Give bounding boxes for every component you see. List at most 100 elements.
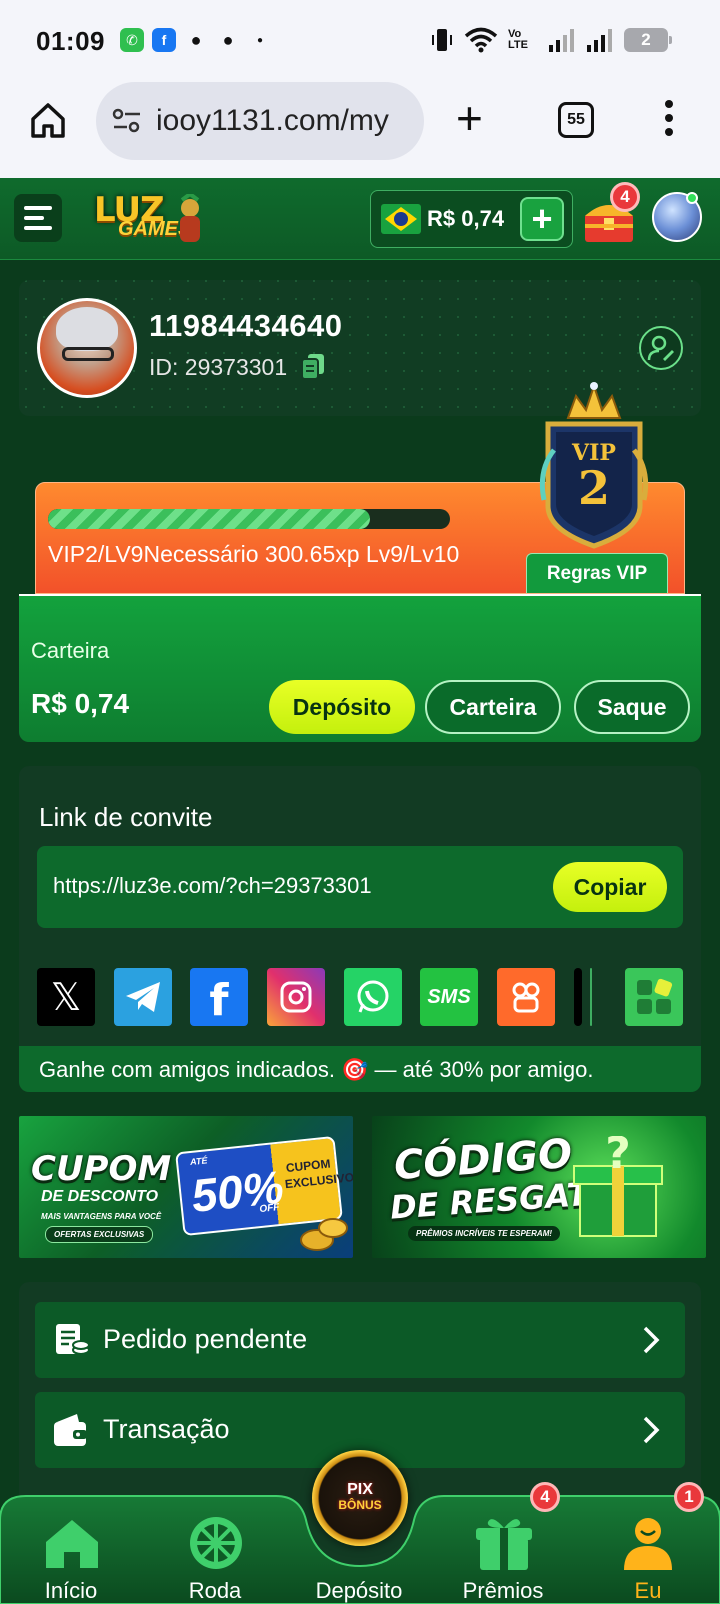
- brazil-flag-icon: [381, 204, 421, 234]
- volte-label: Vo LTE: [508, 28, 528, 51]
- coupon-subtitle: DE DESCONTO: [41, 1188, 159, 1205]
- invite-footer: Ganhe com amigos indicados. 🎯 — até 30% …: [19, 1046, 701, 1092]
- vip-badge-number: 2: [578, 461, 610, 515]
- sms-share-icon[interactable]: SMS: [420, 968, 478, 1026]
- browser-menu-button[interactable]: [664, 100, 674, 136]
- chevron-right-icon: [643, 1326, 660, 1354]
- redeem-code-banner[interactable]: CÓDIGO DE RESGATE PRÊMIOS INCRÍVEIS TE E…: [372, 1116, 706, 1258]
- coupon-small-text: MAIS VANTAGENS PARA VOCÊ: [41, 1212, 162, 1221]
- vip-progress-bar: [48, 509, 450, 529]
- share-row: 𝕏 f SMS: [37, 968, 683, 1026]
- battery-indicator: 2: [624, 28, 672, 52]
- site-settings-icon[interactable]: [112, 108, 142, 134]
- status-bar: 01:09 ✆ f ● ● ● Vo LTE 2: [0, 0, 720, 80]
- whatsapp-notification-icon: ✆: [120, 28, 144, 52]
- vip-level-badge: VIP 2: [539, 382, 649, 549]
- home-nav-icon[interactable]: [42, 1514, 102, 1572]
- redeem-small-text: PRÊMIOS INCRÍVEIS TE ESPERAM!: [408, 1226, 561, 1241]
- header-balance: R$ 0,74: [427, 206, 505, 231]
- address-bar[interactable]: iooy1131.com/my: [96, 82, 424, 160]
- nav-deposit-label[interactable]: Depósito: [304, 1578, 414, 1604]
- chest-badge: 4: [610, 182, 640, 212]
- bonus-label: BÔNUS: [338, 1497, 382, 1512]
- menu-item-label: Pedido pendente: [103, 1324, 308, 1354]
- wallet-label: Carteira: [31, 638, 110, 663]
- x-share-icon[interactable]: 𝕏: [37, 968, 95, 1026]
- notification-icons: ✆ f ● ● ●: [120, 28, 272, 52]
- me-badge: 1: [674, 1482, 704, 1512]
- nav-prizes-label[interactable]: Prêmios: [448, 1578, 558, 1604]
- new-tab-button[interactable]: +: [456, 95, 483, 141]
- gift-box-icon: ?: [573, 1136, 663, 1237]
- status-right: Vo LTE 2: [430, 26, 672, 54]
- pix-label: PIX: [347, 1481, 373, 1498]
- menu-item-label: Transação: [103, 1414, 230, 1444]
- share-divider: [590, 968, 592, 1026]
- signal-icon-2: [587, 29, 612, 52]
- invite-title: Link de convite: [39, 802, 213, 832]
- menu-button[interactable]: [14, 194, 62, 242]
- wallet-icon: [54, 1414, 87, 1446]
- wheel-nav-icon[interactable]: [186, 1514, 246, 1572]
- luz-games-logo[interactable]: LUZ GAMES: [94, 188, 210, 248]
- nav-me-label[interactable]: Eu: [593, 1578, 703, 1604]
- browser-toolbar: iooy1131.com/my + 55: [0, 80, 720, 178]
- profile-nav-icon[interactable]: [618, 1514, 678, 1572]
- edit-profile-button[interactable]: [639, 326, 683, 370]
- copy-link-button[interactable]: Copiar: [553, 862, 667, 912]
- signal-icon-1: [549, 29, 574, 52]
- wallet-button[interactable]: Carteira: [425, 680, 561, 734]
- app-header: LUZ GAMES R$ 0,74 + 4: [0, 178, 720, 260]
- invite-link[interactable]: https://luz3e.com/?ch=29373301: [53, 873, 372, 899]
- home-icon[interactable]: [28, 100, 68, 140]
- nav-home-label[interactable]: Início: [16, 1578, 126, 1604]
- deposit-button[interactable]: Depósito: [269, 680, 415, 734]
- wallet-card: Carteira R$ 0,74 Depósito Carteira Saque: [19, 594, 701, 742]
- invite-reward-text: Ganhe com amigos indicados. 🎯 — até 30% …: [39, 1057, 594, 1082]
- menu-item-pending-order[interactable]: Pedido pendente: [35, 1302, 685, 1378]
- coupon-title: CUPOM: [31, 1149, 172, 1189]
- status-time: 01:09: [36, 26, 105, 56]
- coins-icon: [300, 1218, 348, 1251]
- chevron-right-icon: [643, 1416, 660, 1444]
- url-text: iooy1131.com/my: [156, 104, 389, 137]
- tiktok-share-icon[interactable]: [574, 968, 582, 1026]
- more-notifications-icon: ●: [256, 34, 264, 46]
- more-share-icon[interactable]: [625, 968, 683, 1026]
- wifi-icon: [464, 27, 498, 53]
- bottom-navigation: Início Roda PIX BÔNUS Depósito Prêmios 4…: [0, 1450, 720, 1604]
- coupon-off: OFF: [258, 1202, 280, 1216]
- chat-notification-icon-2: ●: [222, 29, 234, 50]
- coupon-ate: ATÉ: [189, 1155, 208, 1168]
- invite-card: Link de convite https://luz3e.com/?ch=29…: [19, 766, 701, 1092]
- chat-notification-icon: ●: [190, 29, 202, 50]
- mascot-icon: [180, 194, 200, 242]
- pix-bonus-button[interactable]: PIX BÔNUS: [312, 1450, 408, 1546]
- balance-box[interactable]: R$ 0,74 +: [370, 190, 573, 248]
- telegram-share-icon[interactable]: [114, 968, 172, 1026]
- vip-progress-fill: [48, 509, 370, 529]
- pending-order-icon: [56, 1324, 90, 1355]
- gift-nav-icon[interactable]: [474, 1514, 534, 1572]
- facebook-share-icon[interactable]: f: [190, 968, 248, 1026]
- prizes-badge: 4: [530, 1482, 560, 1512]
- withdraw-button[interactable]: Saque: [574, 680, 690, 734]
- nav-wheel-label[interactable]: Roda: [160, 1578, 270, 1604]
- whatsapp-share-icon[interactable]: [344, 968, 402, 1026]
- profile-avatar[interactable]: [37, 298, 137, 398]
- kwai-share-icon[interactable]: [497, 968, 555, 1026]
- facebook-notification-icon: f: [152, 28, 176, 52]
- wallet-amount: R$ 0,74: [31, 688, 130, 719]
- instagram-share-icon[interactable]: [267, 968, 325, 1026]
- copy-id-icon[interactable]: [300, 352, 326, 380]
- vibrate-icon: [432, 29, 452, 51]
- coupon-banner[interactable]: CUPOM DE DESCONTO MAIS VANTAGENS PARA VO…: [19, 1116, 353, 1258]
- user-id: ID: 29373301: [149, 354, 288, 380]
- add-funds-button[interactable]: +: [520, 197, 564, 241]
- invite-link-box: https://luz3e.com/?ch=29373301 Copiar: [37, 846, 683, 928]
- svg-text:?: ?: [605, 1136, 631, 1179]
- tab-switcher-button[interactable]: 55: [558, 102, 594, 138]
- coupon-pill: OFERTAS EXCLUSIVAS: [45, 1226, 154, 1243]
- vip-rules-button[interactable]: Regras VIP: [526, 553, 668, 593]
- online-indicator: [686, 192, 698, 204]
